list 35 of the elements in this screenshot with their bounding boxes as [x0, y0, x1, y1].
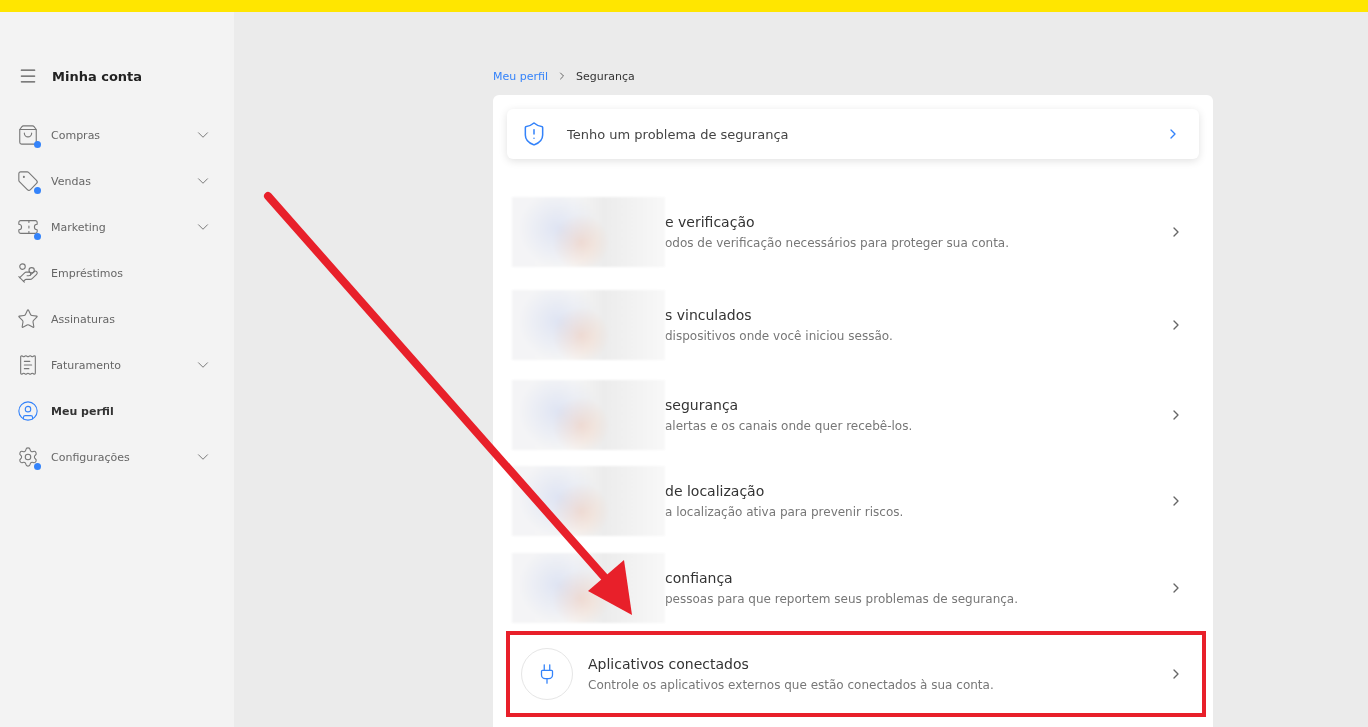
sidebar-item[interactable]: Empréstimos — [0, 250, 234, 296]
option-title: s vinculados — [665, 307, 753, 323]
menu-item-icon — [17, 354, 39, 376]
option-description: a localização ativa para prevenir riscos. — [665, 505, 905, 519]
security-option-row[interactable]: Aplicativos conectados Controle os aplicativos externos que estão conectados à sua conta. — [506, 631, 1206, 717]
option-title: de localização — [665, 483, 766, 499]
security-problem-button[interactable]: Tenho um problema de segurança — [507, 109, 1199, 159]
sidebar-item[interactable]: Compras — [0, 112, 234, 158]
security-option-row[interactable]: e verificação odos de verificação necessários para proteger sua conta. — [506, 186, 1206, 278]
option-description: dispositivos onde você iniciou sessão. — [665, 329, 894, 343]
option-description: alertas e os canais onde quer recebê-los. — [665, 419, 914, 433]
breadcrumb-current: Segurança — [576, 69, 635, 83]
sidebar-item[interactable]: Vendas — [0, 158, 234, 204]
option-title: Aplicativos conectados — [588, 656, 750, 672]
option-description: Controle os aplicativos externos que estão conectados à sua conta. — [588, 678, 995, 692]
sidebar-item[interactable]: Configurações — [0, 434, 234, 480]
option-title: segurança — [665, 397, 740, 413]
sidebar-item[interactable]: Marketing — [0, 204, 234, 250]
option-title: confiança — [665, 569, 734, 586]
sidebar-item[interactable]: Assinaturas — [0, 296, 234, 342]
menu-item-icon — [17, 446, 39, 468]
menu-item-icon — [17, 170, 39, 192]
sidebar-title: Minha conta — [52, 68, 143, 84]
menu-item-icon — [17, 262, 39, 284]
menu-item-icon — [17, 124, 39, 146]
security-option-row[interactable]: segurança alertas e os canais onde quer recebê-los. — [506, 372, 1206, 458]
sidebar-item[interactable]: Meu perfil — [0, 388, 234, 434]
option-title: e verificação — [665, 214, 756, 230]
menu-item-icon — [17, 308, 39, 330]
sidebar-item[interactable]: Faturamento — [0, 342, 234, 388]
menu-item-icon — [17, 400, 39, 422]
security-option-row[interactable]: s vinculados dispositivos onde você iniciou sessão. — [506, 278, 1206, 372]
option-description: pessoas para que reportem seus problemas de segurança. — [665, 591, 1019, 606]
option-description: odos de verificação necessários para proteger sua conta. — [665, 236, 1011, 250]
security-option-row[interactable]: de localização a localização ativa para prevenir riscos. — [506, 458, 1206, 544]
